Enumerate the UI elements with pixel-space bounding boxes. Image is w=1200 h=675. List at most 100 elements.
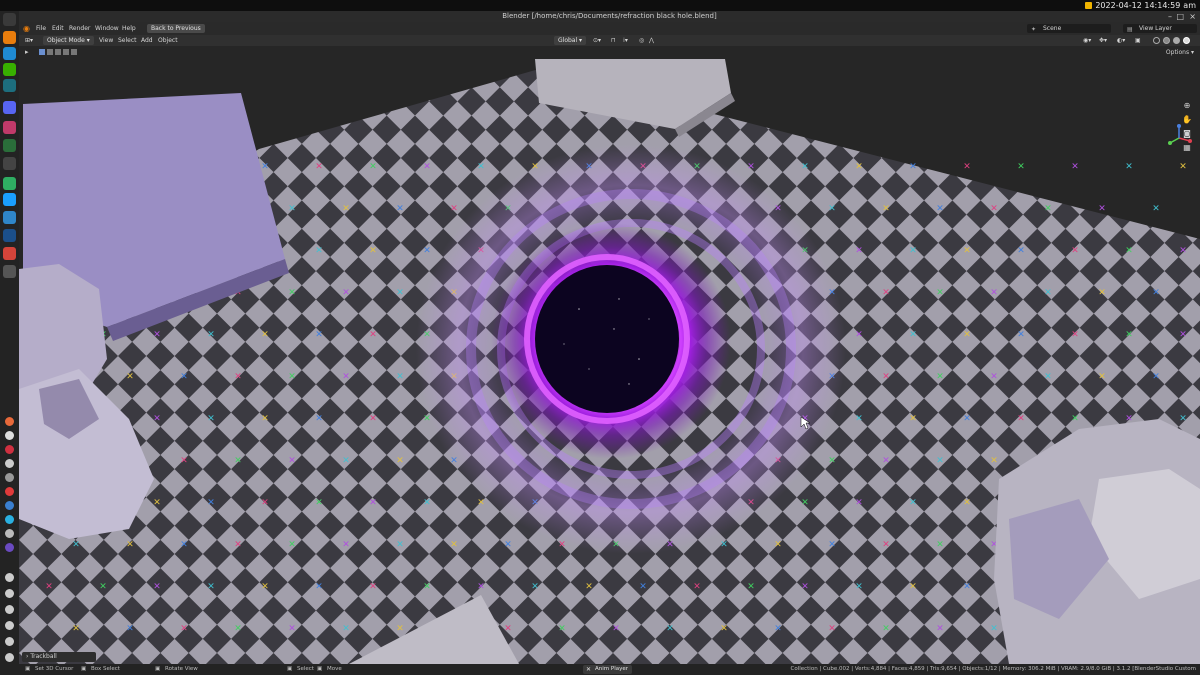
select-mode-new-icon[interactable] (39, 49, 45, 55)
menu-file[interactable]: File (36, 22, 46, 35)
vscode-icon[interactable] (3, 47, 16, 60)
floor-marker-icon: ✕ (369, 498, 377, 508)
menu-render[interactable]: Render (69, 22, 90, 35)
floor-marker-icon: ✕ (315, 246, 323, 256)
floor-marker-icon: ✕ (693, 582, 701, 592)
menu-help[interactable]: Help (122, 22, 136, 35)
tray-clipboard-icon[interactable] (5, 589, 14, 598)
folder-icon[interactable] (3, 121, 16, 134)
last-operator-panel[interactable]: › Trackball (22, 652, 96, 662)
floor-marker-icon: ✕ (423, 162, 431, 172)
steam-icon[interactable] (3, 193, 16, 206)
tray-monitor-icon[interactable] (5, 605, 14, 614)
tray-github-icon[interactable] (5, 473, 14, 482)
xray-icon[interactable]: ▣ (1135, 35, 1141, 46)
scene-selector[interactable]: ✦ Scene (1027, 24, 1111, 33)
snap-icon[interactable]: ⊓ (611, 35, 616, 46)
options-dropdown[interactable]: Options ▾ (1166, 48, 1194, 57)
select-mode-invert-icon[interactable] (63, 49, 69, 55)
search-icon[interactable] (3, 157, 16, 170)
menu-window[interactable]: Window (95, 22, 119, 35)
tray-volume-icon[interactable] (5, 529, 14, 538)
menu-add[interactable]: Add (141, 35, 153, 46)
floor-marker-icon: ✕ (1017, 414, 1025, 424)
shading-wire-icon[interactable] (1153, 37, 1160, 44)
minimize-icon[interactable]: – (1168, 12, 1172, 21)
floor-marker-icon: ✕ (747, 162, 755, 172)
select-mode-subtract-icon[interactable] (55, 49, 61, 55)
tray-alert-icon[interactable] (5, 487, 14, 496)
menu-select[interactable]: Select (118, 35, 137, 46)
github-icon[interactable] (3, 265, 16, 278)
shading-rendered-icon[interactable] (1183, 37, 1190, 44)
editor-type-icon[interactable]: ⊞▾ (25, 35, 33, 46)
pan-icon[interactable]: ✋ (1182, 115, 1192, 125)
tray-record-icon[interactable] (5, 445, 14, 454)
shading-solid-icon[interactable] (1163, 37, 1170, 44)
proportional-icon[interactable]: ◎ (639, 35, 644, 46)
zoom-icon[interactable]: ⊕ (1182, 101, 1192, 111)
gizmo-icon[interactable]: ✥▾ (1099, 35, 1107, 46)
chart-icon[interactable] (3, 177, 16, 190)
floor-marker-icon: ✕ (261, 162, 269, 172)
grid-icon[interactable]: ▦ (1182, 143, 1192, 153)
view-layer-selector[interactable]: ▤ View Layer (1123, 24, 1197, 33)
object-mode-dropdown[interactable]: Object Mode ▾ (43, 36, 94, 45)
floor-marker-icon: ✕ (153, 498, 161, 508)
maximize-icon[interactable]: □ (1176, 12, 1184, 21)
anim-player-task[interactable]: ✕ Anim Player (583, 665, 632, 674)
close-icon[interactable]: ✕ (586, 665, 591, 674)
tray-battery-icon[interactable] (5, 573, 14, 582)
back-to-previous-button[interactable]: Back to Previous (147, 24, 205, 33)
select-mode-extend-icon[interactable] (47, 49, 53, 55)
floor-marker-icon: ✕ (342, 540, 350, 550)
floor-marker-icon: ✕ (720, 624, 728, 634)
mode-label: Object Mode (47, 37, 85, 44)
transform-orientation-dropdown[interactable]: Global ▾ (554, 36, 587, 45)
mail-icon[interactable] (3, 139, 16, 152)
tray-network-icon[interactable] (5, 515, 14, 524)
floor-marker-icon: ✕ (1179, 414, 1187, 424)
floor-marker-icon: ✕ (261, 330, 269, 340)
discord-icon[interactable] (3, 101, 16, 114)
tray-shield-icon[interactable] (5, 501, 14, 510)
tray-bluetooth-icon[interactable] (5, 621, 14, 630)
media-icon[interactable] (3, 247, 16, 260)
floor-marker-icon: ✕ (828, 624, 836, 634)
settings-icon[interactable] (3, 229, 16, 242)
pivot-icon[interactable]: ⊙▾ (593, 35, 601, 46)
android-icon[interactable] (3, 63, 16, 76)
snap-target-icon[interactable]: ⁞▾ (623, 35, 628, 46)
close-icon[interactable]: × (1189, 12, 1196, 21)
shading-material-icon[interactable] (1173, 37, 1180, 44)
floor-marker-icon: ✕ (909, 414, 917, 424)
floor-marker-icon: ✕ (315, 414, 323, 424)
tray-wifi-icon[interactable] (5, 637, 14, 646)
blender-logo-icon[interactable]: ◉ (23, 22, 30, 35)
visibility-icon[interactable]: ◉▾ (1083, 35, 1091, 46)
tray-fire-icon[interactable] (5, 417, 14, 426)
tool-icon[interactable]: ▸ (25, 48, 29, 56)
layers-icon: ▤ (1127, 26, 1133, 33)
overlay-icon[interactable]: ◐▾ (1117, 35, 1125, 46)
browser-icon[interactable] (3, 211, 16, 224)
blender-icon[interactable] (3, 31, 16, 44)
tray-power-icon[interactable] (5, 653, 14, 662)
tray-app-icon[interactable] (5, 543, 14, 552)
select-mode-intersect-icon[interactable] (71, 49, 77, 55)
floor-marker-icon: ✕ (423, 246, 431, 256)
app-grid-icon[interactable] (3, 13, 16, 26)
3d-viewport[interactable]: ✕ ✕ ✕ ✕ ✕ ✕ ✕ ✕ ✕ ✕ ✕ ✕ ✕ ✕ ✕ ✕ ✕ ✕ ✕ ✕ ✕ ✕ ✕ ✕ ✕ ✕ ✕ ✕ ✕ ✕ ✕ ✕ ✕ ✕ ✕ ✕ ✕ ✕ ✕ ✕… (19, 59, 1200, 664)
terminal-icon[interactable] (3, 79, 16, 92)
menu-object[interactable]: Object (158, 35, 178, 46)
camera-icon[interactable]: ◙ (1182, 129, 1192, 139)
status-select: Select (297, 666, 314, 672)
tray-chat-icon[interactable] (5, 459, 14, 468)
floor-marker-icon: ✕ (909, 246, 917, 256)
menu-view[interactable]: View (99, 35, 113, 46)
falloff-icon[interactable]: ⋀ (649, 35, 654, 46)
tray-clock-icon[interactable] (5, 431, 14, 440)
floor-marker-icon: ✕ (990, 624, 998, 634)
system-clock[interactable]: 2022-04-12 14:14:59 am (1085, 0, 1196, 11)
menu-edit[interactable]: Edit (52, 22, 64, 35)
